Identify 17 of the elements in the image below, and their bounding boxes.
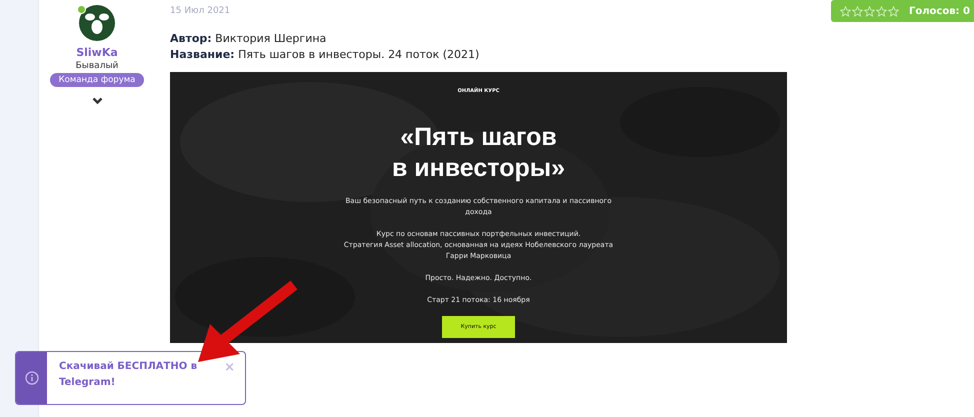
post-date: 15 Июл 2021 [170,6,232,16]
username[interactable]: SliwKa [76,46,118,59]
user-avatar[interactable] [79,5,115,41]
course-title: «Пять шагов в инвесторы» [392,122,565,184]
user-badge: Команда форума [50,73,144,87]
chevron-down-icon[interactable] [92,97,102,105]
star-icon[interactable] [864,6,875,16]
info-icon [24,371,38,385]
star-icon[interactable] [852,6,863,16]
post-field: Название: Пять шагов в инвесторы. 24 поток (2021) [170,47,831,63]
toast-message[interactable]: Скачивай БЕСПЛАТНО в Telegram! [47,352,220,404]
star-icon[interactable] [876,6,887,16]
star-icon[interactable] [888,6,899,16]
vote-count: Голосов: 0 [908,6,970,16]
star-icon[interactable] [840,6,851,16]
user-rank: Бывалый [76,61,118,71]
post-field: Автор: Виктория Шергина [170,31,831,47]
